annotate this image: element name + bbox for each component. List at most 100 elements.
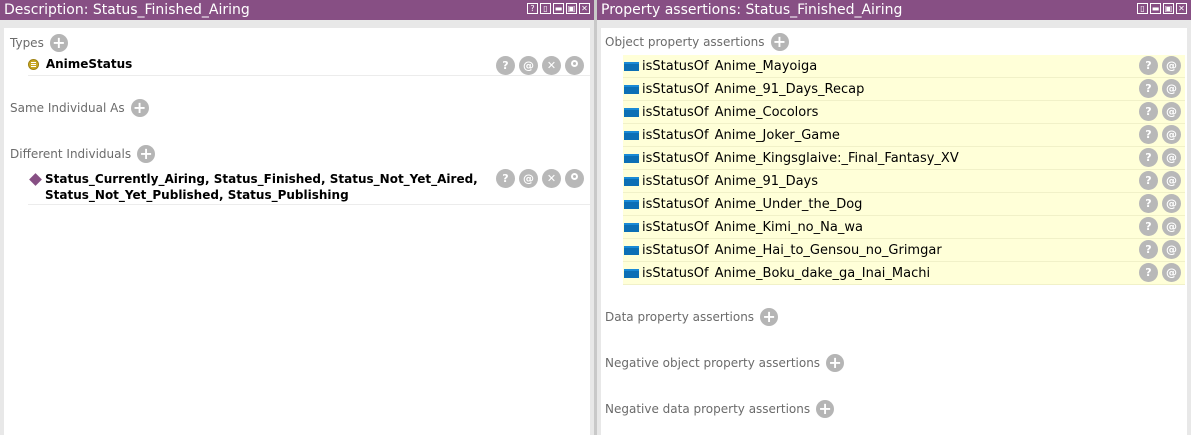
different-individuals-line-2: Status_Not_Yet_Published, Status_Publish… (45, 188, 349, 202)
class-icon (28, 59, 39, 70)
annotate-button[interactable]: @ (1162, 125, 1181, 144)
assertion-row[interactable]: isStatusOf Anime_Mayoiga? @ (623, 55, 1185, 78)
close-window-button[interactable]: ✕ (1176, 3, 1187, 14)
same-individual-section: Same Individual As + (10, 99, 149, 117)
description-content: Types + AnimeStatus ? @ ✕ Same Individua… (4, 28, 590, 435)
types-label: Types (10, 36, 44, 50)
split-window-button[interactable]: ▯ (1137, 3, 1148, 14)
object-property-icon (624, 176, 639, 186)
assertion-row[interactable]: isStatusOf Anime_91_Days_Recap? @ (623, 78, 1185, 101)
add-same-individual-button[interactable]: + (130, 99, 149, 117)
help-button[interactable]: ? (1139, 171, 1158, 190)
help-window-button[interactable]: ? (527, 3, 538, 14)
different-individuals-section: Different Individuals + (10, 145, 156, 163)
object-property-icon (624, 245, 639, 255)
edit-button[interactable] (565, 169, 584, 188)
help-button[interactable]: ? (496, 56, 515, 75)
delete-button[interactable]: ✕ (542, 169, 561, 188)
annotate-button[interactable]: @ (1162, 263, 1181, 282)
help-button[interactable]: ? (1139, 240, 1158, 259)
different-individuals-label: Different Individuals (10, 147, 132, 161)
help-button[interactable]: ? (496, 169, 515, 188)
annotate-button[interactable]: @ (519, 56, 538, 75)
property-window-buttons: ▯ ▬ ▣ ✕ (1137, 3, 1187, 14)
help-button[interactable]: ? (1139, 217, 1158, 236)
object-property-icon (624, 153, 639, 163)
help-button[interactable]: ? (1139, 194, 1158, 213)
annotate-button[interactable]: @ (1162, 79, 1181, 98)
assertion-row[interactable]: isStatusOf Anime_Boku_dake_ga_Inai_Machi?… (623, 262, 1185, 285)
annotate-button[interactable]: @ (1162, 194, 1181, 213)
object-property-label: Object property assertions (605, 35, 765, 49)
assertion-value: Anime_Mayoiga (714, 58, 818, 74)
assertion-value: Anime_Boku_dake_ga_Inai_Machi (714, 265, 931, 281)
assertion-actions: ? @ (1139, 79, 1181, 98)
assertion-property: isStatusOf (642, 127, 709, 143)
add-negative-data-property-button[interactable]: + (816, 400, 835, 418)
help-button[interactable]: ? (1139, 79, 1158, 98)
help-button[interactable]: ? (1139, 263, 1158, 282)
annotate-button[interactable]: @ (1162, 217, 1181, 236)
assertion-property: isStatusOf (642, 58, 709, 74)
add-type-button[interactable]: + (49, 34, 68, 52)
maximize-window-button[interactable]: ▣ (1163, 3, 1174, 14)
assertion-row[interactable]: isStatusOf Anime_Hai_to_Gensou_no_Grimgar… (623, 239, 1185, 262)
edit-button[interactable] (565, 56, 584, 75)
help-button[interactable]: ? (1139, 148, 1158, 167)
negative-data-property-section: Negative data property assertions + (605, 400, 835, 418)
different-individuals-line-1: Status_Currently_Airing, Status_Finished… (45, 172, 478, 186)
delete-button[interactable]: ✕ (542, 56, 561, 75)
add-different-individual-button[interactable]: + (137, 145, 156, 163)
different-individuals-value: Status_Currently_Airing, Status_Finished… (45, 171, 478, 203)
add-object-property-button[interactable]: + (770, 33, 789, 51)
assertion-actions: ? @ (1139, 171, 1181, 190)
object-property-icon (624, 107, 639, 117)
assertion-property: isStatusOf (642, 150, 709, 166)
object-property-icon (624, 61, 639, 71)
assertion-value: Anime_Joker_Game (714, 127, 840, 143)
assertion-actions: ? @ (1139, 56, 1181, 75)
same-individual-label: Same Individual As (10, 101, 125, 115)
maximize-window-button[interactable]: ▣ (566, 3, 577, 14)
split-window-button[interactable]: ▯ (540, 3, 551, 14)
assertion-row[interactable]: isStatusOf Anime_Kingsglaive:_Final_Fanta… (623, 147, 1185, 170)
annotate-button[interactable]: @ (1162, 56, 1181, 75)
assertion-property: isStatusOf (642, 173, 709, 189)
assertion-actions: ? @ (1139, 217, 1181, 236)
annotate-button[interactable]: @ (1162, 240, 1181, 259)
assertion-actions: ? @ (1139, 263, 1181, 282)
description-title: Description: Status_Finished_Airing (4, 2, 250, 18)
object-property-icon (624, 130, 639, 140)
annotate-button[interactable]: @ (1162, 102, 1181, 121)
object-property-icon (624, 84, 639, 94)
annotate-button[interactable]: @ (519, 169, 538, 188)
type-value: AnimeStatus (45, 57, 133, 71)
assertion-property: isStatusOf (642, 242, 709, 258)
assertion-row[interactable]: isStatusOf Anime_91_Days? @ (623, 170, 1185, 193)
add-negative-object-property-button[interactable]: + (826, 354, 845, 372)
assertion-actions: ? @ (1139, 240, 1181, 259)
minimize-window-button[interactable]: ▬ (553, 3, 564, 14)
assertion-actions: ? @ (1139, 148, 1181, 167)
help-button[interactable]: ? (1139, 102, 1158, 121)
assertion-row[interactable]: isStatusOf Anime_Kimi_no_Na_wa? @ (623, 216, 1185, 239)
add-data-property-button[interactable]: + (760, 308, 779, 326)
property-assertions-content: Object property assertions + isStatusOf A… (601, 28, 1187, 435)
object-property-icon (624, 199, 639, 209)
assertion-value: Anime_91_Days (714, 173, 819, 189)
negative-object-property-section: Negative object property assertions + (605, 354, 845, 372)
annotate-button[interactable]: @ (1162, 171, 1181, 190)
annotate-button[interactable]: @ (1162, 148, 1181, 167)
individual-icon (29, 173, 42, 186)
assertion-value: Anime_Under_the_Dog (714, 196, 863, 212)
help-button[interactable]: ? (1139, 56, 1158, 75)
description-panel: Description: Status_Finished_Airing ? ▯ … (0, 0, 594, 435)
assertion-actions: ? @ (1139, 194, 1181, 213)
close-window-button[interactable]: ✕ (579, 3, 590, 14)
help-button[interactable]: ? (1139, 125, 1158, 144)
assertion-row[interactable]: isStatusOf Anime_Joker_Game? @ (623, 124, 1185, 147)
assertion-row[interactable]: isStatusOf Anime_Cocolors? @ (623, 101, 1185, 124)
minimize-window-button[interactable]: ▬ (1150, 3, 1161, 14)
assertion-row[interactable]: isStatusOf Anime_Under_the_Dog? @ (623, 193, 1185, 216)
property-assertions-title: Property assertions: Status_Finished_Air… (601, 2, 903, 18)
